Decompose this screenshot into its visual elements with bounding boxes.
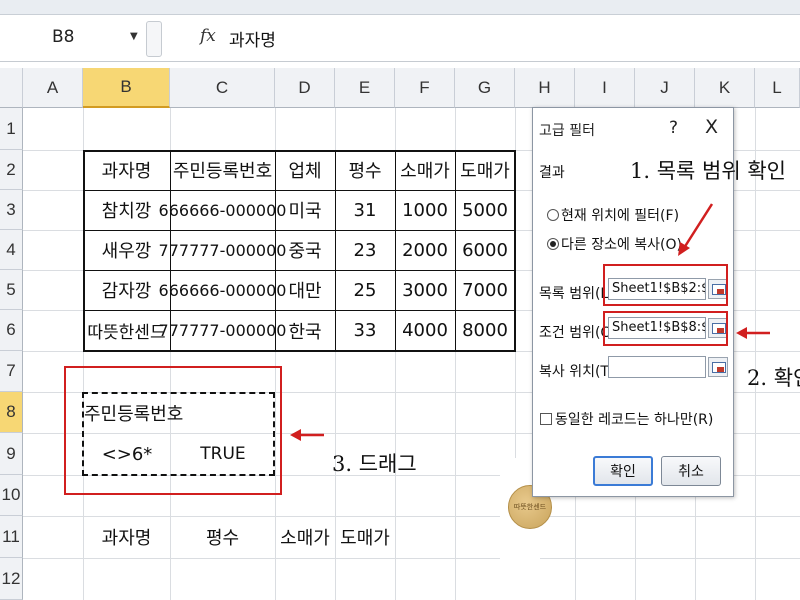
filter-in-place-radio[interactable] bbox=[547, 209, 559, 221]
table-cell[interactable]: 8000 bbox=[455, 310, 515, 351]
table-cell[interactable]: 대만 bbox=[275, 270, 335, 310]
table-cell[interactable]: 미국 bbox=[275, 190, 335, 230]
col-header-b[interactable]: B bbox=[83, 68, 170, 108]
cancel-button[interactable]: 취소 bbox=[661, 456, 721, 486]
row-header-4[interactable]: 4 bbox=[0, 230, 23, 270]
table-cell[interactable]: 중국 bbox=[275, 230, 335, 270]
annotation-2: 2. 확인 bbox=[747, 366, 800, 390]
arrow-to-criteria-box-icon bbox=[290, 429, 324, 441]
table-header-cell[interactable]: 주민등록번호 bbox=[170, 150, 275, 190]
table-cell[interactable]: 25 bbox=[335, 270, 395, 310]
formula-content[interactable]: 과자명 bbox=[229, 26, 276, 51]
row-header-11[interactable]: 11 bbox=[0, 516, 23, 558]
table-cell[interactable]: 31 bbox=[335, 190, 395, 230]
copy-to-input[interactable] bbox=[608, 356, 706, 378]
formula-bar: B8 ▼ fx 과자명 bbox=[0, 15, 800, 62]
table-cell[interactable]: 33 bbox=[335, 310, 395, 351]
annotation-1: 1. 목록 범위 확인 bbox=[630, 159, 786, 183]
row-header-10[interactable]: 10 bbox=[0, 475, 23, 516]
table-cell[interactable]: 1000 bbox=[395, 190, 455, 230]
col-header-a[interactable]: A bbox=[23, 68, 83, 108]
row-header-8[interactable]: 8 bbox=[0, 392, 23, 433]
criteria-header-cell[interactable]: 주민등록번호 bbox=[84, 394, 234, 432]
table-cell[interactable]: 777777-000000 bbox=[159, 230, 287, 270]
criteria-value-cell[interactable]: <>6* bbox=[84, 434, 170, 474]
result-section-label: 결과 bbox=[539, 165, 565, 181]
table-cell[interactable]: 666666-000000 bbox=[159, 270, 287, 310]
table-cell[interactable]: 따뜻한센드 bbox=[83, 310, 170, 351]
row-header-12[interactable]: 12 bbox=[0, 558, 23, 600]
list-range-highlight bbox=[603, 264, 728, 306]
table-cell[interactable]: 2000 bbox=[395, 230, 455, 270]
col-header-l[interactable]: L bbox=[755, 68, 800, 108]
copy-to-location-radio[interactable] bbox=[547, 238, 559, 250]
annotation-3: 3. 드래그 bbox=[332, 452, 417, 476]
unique-records-label[interactable]: 동일한 레코드는 하나만(R) bbox=[555, 409, 713, 429]
row-header-1[interactable]: 1 bbox=[0, 108, 23, 150]
output-header-cell[interactable]: 소매가 bbox=[275, 516, 335, 558]
table-cell[interactable]: 3000 bbox=[395, 270, 455, 310]
unique-records-checkbox[interactable] bbox=[540, 413, 552, 425]
col-header-k[interactable]: K bbox=[695, 68, 755, 108]
col-header-f[interactable]: F bbox=[395, 68, 455, 108]
row-header-5[interactable]: 5 bbox=[0, 270, 23, 310]
close-icon[interactable]: X bbox=[705, 116, 718, 138]
table-header-cell[interactable]: 소매가 bbox=[395, 150, 455, 190]
copy-to-location-label[interactable]: 다른 장소에 복사(O) bbox=[561, 234, 682, 254]
ok-button[interactable]: 확인 bbox=[593, 456, 653, 486]
table-cell[interactable]: 새우깡 bbox=[83, 230, 170, 270]
col-header-i[interactable]: I bbox=[575, 68, 635, 108]
row-header-7[interactable]: 7 bbox=[0, 351, 23, 392]
col-header-j[interactable]: J bbox=[635, 68, 695, 108]
row-header-6[interactable]: 6 bbox=[0, 310, 23, 351]
stamp-text: 따뜻한센드 bbox=[513, 503, 547, 511]
row-header-2[interactable]: 2 bbox=[0, 150, 23, 190]
table-cell[interactable]: 666666-000000 bbox=[159, 190, 287, 230]
criteria-value-cell[interactable]: TRUE bbox=[172, 434, 274, 474]
table-cell[interactable]: 7000 bbox=[455, 270, 515, 310]
help-icon[interactable]: ? bbox=[669, 118, 678, 138]
table-header-cell[interactable]: 도매가 bbox=[455, 150, 515, 190]
col-header-e[interactable]: E bbox=[335, 68, 395, 108]
table-header-cell[interactable]: 평수 bbox=[335, 150, 395, 190]
col-header-d[interactable]: D bbox=[275, 68, 335, 108]
copy-to-collapse-icon[interactable] bbox=[708, 357, 728, 377]
col-header-g[interactable]: G bbox=[455, 68, 515, 108]
col-header-c[interactable]: C bbox=[170, 68, 275, 108]
output-header-cell[interactable]: 도매가 bbox=[335, 516, 395, 558]
table-cell[interactable]: 6000 bbox=[455, 230, 515, 270]
arrow-to-criteria-range-icon bbox=[736, 327, 770, 339]
name-box[interactable]: B8 ▼ bbox=[0, 15, 140, 61]
grid-line bbox=[23, 558, 800, 559]
col-header-h[interactable]: H bbox=[515, 68, 575, 108]
table-cell[interactable]: 참치깡 bbox=[83, 190, 170, 230]
table-cell[interactable]: 777777-000000 bbox=[159, 310, 287, 351]
fx-icon[interactable]: fx bbox=[200, 26, 216, 46]
ribbon-strip bbox=[0, 0, 800, 15]
formula-bar-splitter[interactable] bbox=[146, 21, 162, 57]
output-header-cell[interactable]: 과자명 bbox=[83, 516, 170, 558]
row-header-3[interactable]: 3 bbox=[0, 190, 23, 230]
row-header-9[interactable]: 9 bbox=[0, 433, 23, 475]
table-cell[interactable]: 한국 bbox=[275, 310, 335, 351]
chevron-down-icon[interactable]: ▼ bbox=[130, 31, 138, 42]
filter-in-place-label[interactable]: 현재 위치에 필터(F) bbox=[561, 205, 679, 225]
select-all-corner[interactable] bbox=[0, 68, 23, 108]
table-cell[interactable]: 4000 bbox=[395, 310, 455, 351]
table-cell[interactable]: 23 bbox=[335, 230, 395, 270]
dialog-title: 고급 필터 bbox=[539, 123, 595, 139]
table-cell[interactable]: 5000 bbox=[455, 190, 515, 230]
name-box-value: B8 bbox=[52, 27, 75, 47]
table-header-cell[interactable]: 과자명 bbox=[83, 150, 170, 190]
arrow-to-list-range-icon bbox=[678, 203, 714, 256]
criteria-range-highlight bbox=[603, 311, 728, 346]
table-header-cell[interactable]: 업체 bbox=[275, 150, 335, 190]
table-cell[interactable]: 감자깡 bbox=[83, 270, 170, 310]
output-header-cell[interactable]: 평수 bbox=[170, 516, 275, 558]
